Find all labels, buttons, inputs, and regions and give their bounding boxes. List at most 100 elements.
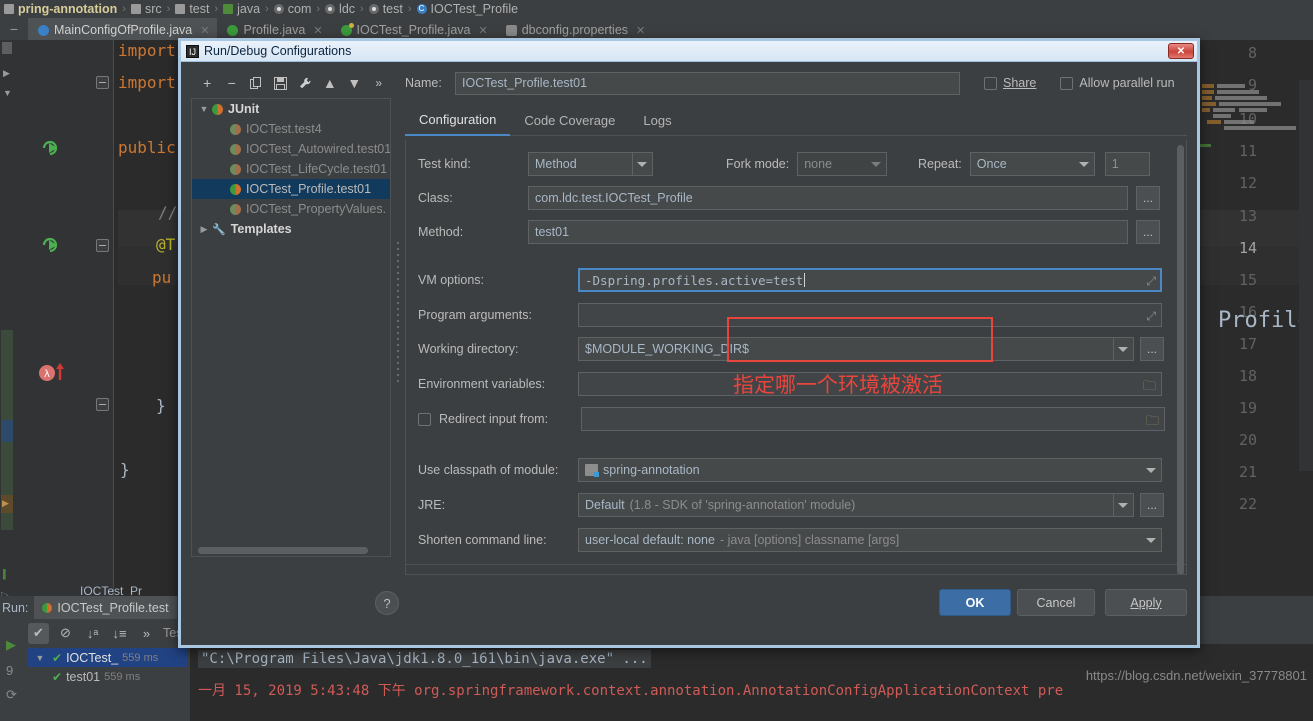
- breadcrumb-item-ldc[interactable]: ldc: [321, 2, 359, 16]
- more-icon[interactable]: »: [136, 623, 157, 644]
- allow-parallel-run-checkbox[interactable]: Allow parallel run: [1060, 76, 1175, 90]
- program-arguments-input[interactable]: ⤢: [578, 303, 1162, 327]
- lambda-gutter-icon[interactable]: λ: [38, 362, 68, 385]
- tab-logs[interactable]: Logs: [629, 113, 685, 135]
- move-down-icon[interactable]: ▼: [342, 72, 367, 94]
- tree-node-ioctest-test4[interactable]: IOCTest.test4: [192, 119, 390, 139]
- move-up-icon[interactable]: ▲: [318, 72, 343, 94]
- browse-working-directory-button[interactable]: ...: [1140, 337, 1164, 361]
- jre-select[interactable]: Default (1.8 - SDK of 'spring-annotation…: [578, 493, 1134, 517]
- more-icon[interactable]: »: [367, 72, 392, 94]
- save-icon[interactable]: [269, 72, 294, 94]
- close-icon[interactable]: ✕: [636, 24, 645, 37]
- chevron-right-icon[interactable]: ▶: [196, 224, 212, 235]
- test-result-row[interactable]: ▼ ✔ IOCTest_ 559 ms: [28, 648, 188, 667]
- sort-alphabetically-icon[interactable]: ↓ᵃ: [82, 623, 103, 644]
- structure-icon[interactable]: [2, 42, 12, 54]
- breadcrumb-item-test[interactable]: test: [171, 2, 213, 16]
- close-icon[interactable]: ✕: [313, 24, 322, 37]
- test-results-tree[interactable]: ▼ ✔ IOCTest_ 559 ms ✔ test01 559 ms: [28, 648, 188, 686]
- run-class-gutter-icon[interactable]: [40, 138, 62, 158]
- pane-splitter[interactable]: [395, 242, 401, 402]
- expand-editor-icon[interactable]: ⤢: [1146, 274, 1156, 289]
- tab-configuration[interactable]: Configuration: [405, 112, 511, 136]
- breadcrumb-item-src[interactable]: src: [127, 2, 166, 16]
- editor-tab-profile[interactable]: Profile.java ✕: [217, 18, 330, 40]
- editor-gutter[interactable]: [14, 40, 114, 596]
- tree-node-ioctest-profile[interactable]: IOCTest_Profile.test01: [192, 179, 390, 199]
- tree-node-ioctest-lifecycle[interactable]: IOCTest_LifeCycle.test01: [192, 159, 390, 179]
- cancel-button[interactable]: Cancel: [1017, 589, 1095, 616]
- checkbox-box[interactable]: [1060, 76, 1074, 90]
- repeat-count-input[interactable]: 1: [1104, 152, 1150, 176]
- checkbox-box[interactable]: [984, 76, 997, 90]
- copy-icon[interactable]: [244, 72, 269, 94]
- name-input[interactable]: IOCTest_Profile.test01: [455, 71, 960, 95]
- form-vscrollbar[interactable]: [1176, 141, 1185, 574]
- sort-by-duration-icon[interactable]: ↓≡: [109, 623, 130, 644]
- run-console[interactable]: "C:\Program Files\Java\jdk1.8.0_161\bin\…: [190, 644, 1313, 721]
- method-input[interactable]: test01: [528, 220, 1128, 244]
- rerun-icon[interactable]: ▶: [6, 637, 16, 653]
- edit-templates-icon[interactable]: [293, 72, 318, 94]
- tree-hscrollbar[interactable]: [193, 546, 390, 555]
- collapse-tabs-icon[interactable]: −: [0, 18, 28, 40]
- browse-method-button[interactable]: ...: [1136, 220, 1160, 244]
- apply-button[interactable]: Apply: [1105, 589, 1187, 616]
- show-ignored-icon[interactable]: ⊘: [55, 623, 76, 644]
- folder-icon[interactable]: 🗀: [1143, 377, 1156, 399]
- editor-tab-dbconfig[interactable]: dbconfig.properties ✕: [496, 18, 654, 40]
- add-icon[interactable]: +: [195, 72, 220, 94]
- fork-mode-select[interactable]: none: [797, 152, 888, 176]
- breadcrumb-item-com[interactable]: com: [270, 2, 316, 16]
- class-input[interactable]: com.ldc.test.IOCTest_Profile: [528, 186, 1128, 210]
- ok-button[interactable]: OK: [939, 589, 1011, 616]
- tab-code-coverage[interactable]: Code Coverage: [510, 113, 629, 135]
- rerun-failed-icon[interactable]: ⟳: [6, 687, 17, 703]
- test-result-row[interactable]: ✔ test01 559 ms: [28, 667, 188, 686]
- tree-node-ioctest-propertyvalues[interactable]: IOCTest_PropertyValues.: [192, 199, 390, 219]
- close-icon[interactable]: ✕: [200, 24, 209, 37]
- chevron-down-icon[interactable]: ▼: [196, 104, 212, 114]
- dialog-title-bar[interactable]: IJ Run/Debug Configurations ✕: [181, 41, 1197, 62]
- collapse-icon[interactable]: ▼: [3, 88, 12, 98]
- fold-icon[interactable]: [96, 76, 109, 89]
- chevron-down-icon[interactable]: ▼: [32, 653, 48, 663]
- close-icon[interactable]: ✕: [478, 24, 487, 37]
- expand-editor-icon[interactable]: ⤢: [1146, 309, 1156, 324]
- marker-stripe[interactable]: [1299, 80, 1313, 471]
- shorten-command-line-select[interactable]: user-local default: none - java [options…: [578, 528, 1162, 552]
- remove-icon[interactable]: −: [220, 72, 245, 94]
- tree-node-junit[interactable]: ▼ JUnit: [192, 99, 390, 119]
- share-checkbox[interactable]: Share: [984, 76, 1036, 90]
- configurations-tree[interactable]: ▼ JUnit IOCTest.test4 IOCTest_Autowired.…: [191, 98, 391, 557]
- tree-node-templates[interactable]: ▶ 🔧 Templates: [192, 219, 390, 239]
- breadcrumb-item-testpkg[interactable]: test: [365, 2, 407, 16]
- browse-jre-button[interactable]: ...: [1140, 493, 1164, 517]
- fold-icon[interactable]: [96, 239, 109, 252]
- breadcrumb-item-module[interactable]: pring-annotation: [0, 2, 121, 16]
- fold-icon[interactable]: [96, 398, 109, 411]
- folder-icon[interactable]: 🗀: [1146, 412, 1159, 434]
- breadcrumb-item-java[interactable]: java: [219, 2, 264, 16]
- close-icon[interactable]: ✕: [1168, 43, 1194, 59]
- test-kind-select[interactable]: Method: [528, 152, 653, 176]
- run-method-gutter-icon[interactable]: [40, 235, 62, 255]
- run-debug-configurations-dialog[interactable]: IJ Run/Debug Configurations ✕ + − ▲ ▼ » …: [178, 38, 1200, 648]
- expand-icon[interactable]: ▶: [3, 68, 10, 79]
- browse-class-button[interactable]: ...: [1136, 186, 1160, 210]
- editor-tab-ioctest-profile[interactable]: IOCTest_Profile.java ✕: [331, 18, 496, 40]
- redirect-input-field[interactable]: 🗀: [581, 407, 1165, 431]
- run-tab-active[interactable]: IOCTest_Profile.test: [34, 596, 177, 619]
- editor-tab-mainconfig[interactable]: MainConfigOfProfile.java ✕: [28, 18, 218, 40]
- breadcrumb-item-class[interactable]: C IOCTest_Profile: [413, 2, 523, 16]
- tree-node-ioctest-autowired[interactable]: IOCTest_Autowired.test01: [192, 139, 390, 159]
- help-button[interactable]: ?: [375, 591, 399, 615]
- working-directory-input[interactable]: $MODULE_WORKING_DIR$: [578, 337, 1134, 361]
- show-passed-icon[interactable]: ✔: [28, 622, 49, 644]
- classpath-module-select[interactable]: spring-annotation: [578, 458, 1162, 482]
- redirect-input-checkbox[interactable]: [418, 412, 431, 426]
- repeat-select[interactable]: Once: [969, 152, 1095, 176]
- expand-icon[interactable]: ▶: [2, 498, 9, 509]
- vm-options-input[interactable]: -Dspring.profiles.active=test ⤢: [578, 268, 1162, 292]
